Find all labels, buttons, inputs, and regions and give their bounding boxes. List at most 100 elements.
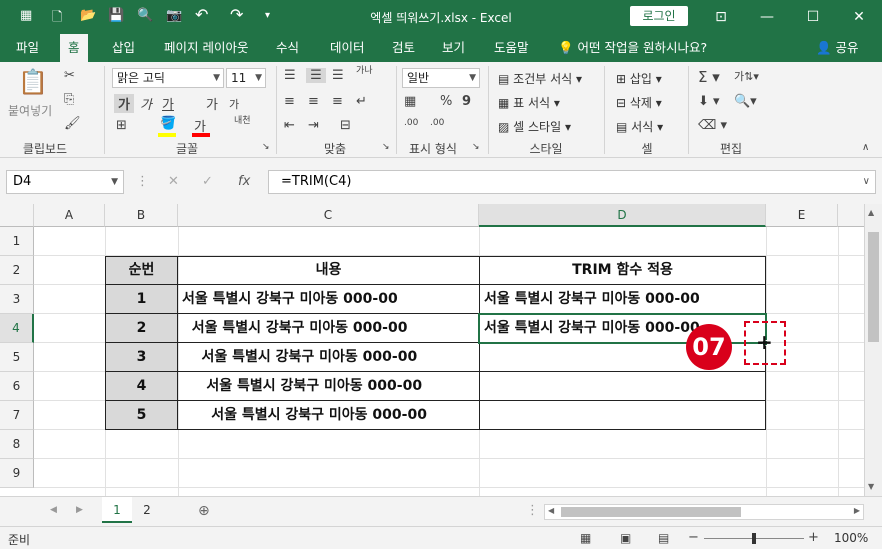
row-header-7[interactable]: 7 — [0, 401, 34, 430]
ribbon-display-icon[interactable]: ⊡ — [706, 6, 736, 28]
align-top-icon[interactable]: ☰ — [284, 68, 296, 83]
row-header-9[interactable]: 9 — [0, 459, 34, 488]
row-header-8[interactable]: 8 — [0, 430, 34, 459]
tab-review[interactable]: 검토 — [384, 34, 423, 62]
copy-icon[interactable]: ⎘ — [64, 92, 74, 107]
autosave-icon[interactable]: ▦ — [20, 8, 32, 23]
scroll-thumb[interactable] — [561, 507, 741, 517]
align-left-icon[interactable]: ≡ — [284, 94, 295, 109]
scroll-down-icon[interactable]: ▼ — [868, 482, 874, 491]
tab-view[interactable]: 보기 — [434, 34, 473, 62]
cell-b7[interactable]: 5 — [105, 401, 178, 430]
formula-input[interactable]: =TRIM(C4) ∨ — [268, 170, 876, 194]
scroll-right-icon[interactable]: ▶ — [854, 506, 860, 515]
add-sheet-icon[interactable]: ⊕ — [198, 503, 210, 519]
clear-icon[interactable]: ⌫ ▾ — [698, 118, 727, 133]
tab-home[interactable]: 홈 — [60, 34, 88, 62]
tab-page-layout[interactable]: 페이지 레이아웃 — [156, 34, 256, 62]
wrap-text-icon[interactable]: ↵ — [356, 94, 367, 109]
column-header-e[interactable]: E — [766, 204, 838, 227]
cell-c4[interactable]: 서울 특별시 강북구 미아동 000-00 — [182, 314, 408, 343]
grow-font-icon[interactable]: 가 — [204, 94, 220, 113]
page-break-view-icon[interactable]: ▤ — [658, 531, 669, 545]
align-center-icon[interactable]: ≡ — [308, 94, 319, 109]
cell-b3[interactable]: 1 — [105, 285, 178, 314]
camera-icon[interactable]: 📷 — [166, 8, 182, 23]
cell-styles-button[interactable]: ▨ 셀 스타일 ▾ — [498, 118, 571, 135]
shrink-font-icon[interactable]: 가 — [226, 96, 242, 112]
column-header-b[interactable]: B — [105, 204, 178, 227]
expand-formula-icon[interactable]: ∨ — [863, 171, 870, 193]
column-header-a[interactable]: A — [34, 204, 105, 227]
cell-c6[interactable]: 서울 특별시 강북구 미아동 000-00 — [182, 372, 422, 401]
row-header-4[interactable]: 4 — [0, 314, 34, 343]
decrease-decimal-icon[interactable]: .00 — [430, 118, 444, 128]
border-icon[interactable]: ⊞ — [116, 118, 127, 133]
normal-view-icon[interactable]: ▦ — [580, 531, 591, 545]
prev-sheet-icon[interactable]: ◀ — [50, 505, 57, 515]
align-right-icon[interactable]: ≡ — [332, 94, 343, 109]
paste-button[interactable]: 붙여넣기 — [8, 102, 52, 119]
cell-b6[interactable]: 4 — [105, 372, 178, 401]
percent-icon[interactable]: % — [440, 94, 452, 109]
row-header-3[interactable]: 3 — [0, 285, 34, 314]
cell-d3[interactable]: 서울 특별시 강북구 미아동 000-00 — [484, 285, 700, 314]
enter-icon[interactable]: ✓ — [202, 174, 213, 189]
comma-style-icon[interactable]: 9 — [462, 94, 471, 109]
print-preview-icon[interactable]: 🔍 — [137, 8, 153, 23]
minimize-icon[interactable]: — — [752, 6, 782, 28]
align-middle-icon[interactable]: ☰ — [306, 68, 326, 83]
worksheet-grid[interactable]: A B C D E 1 2 3 4 5 6 7 8 9 순번 내용 TRIM 함… — [0, 204, 882, 496]
tab-file[interactable]: 파일 — [8, 34, 47, 62]
conditional-format-button[interactable]: ▤ 조건부 서식 ▾ — [498, 70, 582, 87]
find-select-icon[interactable]: 🔍▾ — [734, 94, 757, 109]
maximize-icon[interactable]: ☐ — [798, 6, 828, 28]
column-header-d[interactable]: D — [479, 204, 766, 227]
customize-qa-icon[interactable]: ▾ — [265, 10, 270, 21]
insert-cells-button[interactable]: ⊞ 삽입 ▾ — [616, 70, 662, 87]
share-button[interactable]: 👤 공유 — [808, 34, 867, 62]
bold-icon[interactable]: 가 — [114, 94, 134, 113]
zoom-in-icon[interactable]: + — [808, 530, 819, 545]
undo-icon[interactable]: ↶ — [195, 5, 208, 24]
zoom-out-icon[interactable]: − — [688, 530, 699, 545]
merge-center-icon[interactable]: ⊟ — [340, 118, 351, 133]
sheet-tab-2[interactable]: 2 — [134, 497, 160, 523]
column-header-f[interactable] — [838, 204, 864, 227]
collapse-ribbon-icon[interactable]: ∧ — [862, 142, 869, 153]
number-dialog-launcher-icon[interactable]: ↘ — [472, 142, 480, 152]
sheet-tab-1[interactable]: 1 — [102, 497, 132, 523]
cell-c5[interactable]: 서울 특별시 강북구 미아동 000-00 — [182, 343, 417, 372]
login-button[interactable]: 로그인 — [630, 6, 688, 26]
row-header-2[interactable]: 2 — [0, 256, 34, 285]
row-header-5[interactable]: 5 — [0, 343, 34, 372]
header-cell-no[interactable]: 순번 — [105, 256, 178, 285]
increase-decimal-icon[interactable]: .00 — [404, 118, 418, 128]
insert-function-icon[interactable]: fx — [238, 174, 250, 189]
open-icon[interactable]: 📂 — [80, 8, 96, 23]
column-header-c[interactable]: C — [178, 204, 479, 227]
cell-b5[interactable]: 3 — [105, 343, 178, 372]
zoom-level[interactable]: 100% — [834, 531, 868, 545]
paste-icon[interactable]: 📋 — [18, 68, 48, 98]
number-format-select[interactable]: 일반 ▼ — [402, 68, 480, 88]
redo-icon[interactable]: ↷ — [230, 5, 243, 24]
cell-b4[interactable]: 2 — [105, 314, 178, 343]
row-header-1[interactable]: 1 — [0, 227, 34, 256]
next-sheet-icon[interactable]: ▶ — [76, 505, 83, 515]
cut-icon[interactable]: ✂ — [64, 68, 75, 83]
fill-color-icon[interactable]: 🪣 — [160, 116, 176, 131]
alignment-dialog-launcher-icon[interactable]: ↘ — [382, 142, 390, 152]
increase-indent-icon[interactable]: ⇥ — [308, 118, 319, 133]
phonetic-icon[interactable]: 내천 — [234, 116, 251, 126]
tab-data[interactable]: 데이터 — [322, 34, 373, 62]
scroll-up-icon[interactable]: ▲ — [868, 208, 874, 217]
name-box[interactable]: D4 ▼ — [6, 170, 124, 194]
new-file-icon[interactable]: 🗋 — [52, 8, 62, 30]
format-painter-icon[interactable]: 🖌 — [64, 116, 81, 131]
cell-c3[interactable]: 서울 특별시 강북구 미아동 000-00 — [182, 285, 398, 314]
tab-insert[interactable]: 삽입 — [104, 34, 143, 62]
scroll-left-icon[interactable]: ◀ — [548, 506, 554, 515]
align-bottom-icon[interactable]: ☰ — [332, 68, 344, 83]
row-header-6[interactable]: 6 — [0, 372, 34, 401]
